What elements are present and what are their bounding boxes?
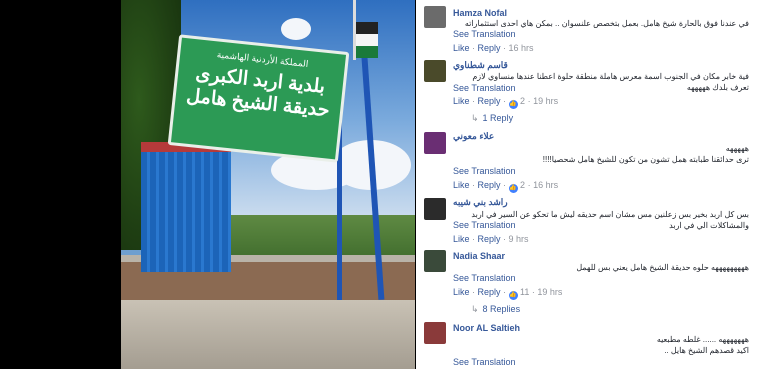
view-replies-link[interactable]: ↳ 8 Replies [471,304,520,315]
like-icon: 👍 [508,291,518,300]
comment-text: هههههههههه حلوه حديقة الشيخ هامل يعني بس… [576,263,749,272]
like-link[interactable]: Like [453,287,470,297]
see-translation-link[interactable]: See Translation [453,357,516,367]
comment-time[interactable]: 16 hrs [533,180,558,190]
comment-text: في عندنا فوق بالحارة شيخ هامل. بعمل بتخص… [464,19,749,28]
comment-time[interactable]: 19 hrs [537,287,562,297]
commenter-name[interactable]: قاسم شطناوي [453,60,508,71]
like-icon: 👍 [508,184,518,193]
comment-actions: Like · Reply · 👍 11 · 19 hrs [453,287,563,300]
reply-link[interactable]: Reply [478,180,501,190]
like-count[interactable]: 11 [520,287,529,297]
reply-link[interactable]: Reply [478,96,501,106]
see-translation-link[interactable]: See Translation [453,273,516,283]
avatar[interactable] [424,6,446,28]
view-replies-link[interactable]: ↳ 1 Reply [471,113,513,124]
comment-actions: Like · Reply · 16 hrs [453,43,534,53]
see-translation-link[interactable]: See Translation [453,83,516,93]
comment-actions: Like · Reply · 👍 2 · 19 hrs [453,96,559,109]
reply-arrow-icon: ↳ [471,304,479,314]
see-translation-link[interactable]: See Translation [453,220,516,230]
like-link[interactable]: Like [453,96,470,106]
photo-booth [141,142,231,272]
comments-panel: Hamza Nofal في عندنا فوق بالحارة شيخ هام… [416,0,759,369]
like-icon: 👍 [508,100,518,109]
avatar[interactable] [424,198,446,220]
avatar[interactable] [424,132,446,154]
comment-time[interactable]: 16 hrs [509,43,534,53]
like-link[interactable]: Like [453,43,470,53]
see-translation-link[interactable]: See Translation [453,166,516,176]
reply-link[interactable]: Reply [478,43,501,53]
like-link[interactable]: Like [453,234,470,244]
comment-time[interactable]: 19 hrs [533,96,558,106]
reply-arrow-icon: ↳ [471,113,479,123]
comment-text-line2: ترى حدائقنا طبابته همل تشون من تكون للشي… [542,155,749,164]
like-link[interactable]: Like [453,180,470,190]
avatar[interactable] [424,322,446,344]
photo-cloud [281,18,311,40]
see-translation-link[interactable]: See Translation [453,29,516,39]
commenter-name[interactable]: Noor AL Saltieh [453,323,520,333]
commenter-name[interactable]: علاء معوني [453,131,494,142]
commenter-name[interactable]: Hamza Nofal [453,8,507,18]
avatar[interactable] [424,60,446,82]
comment-text-line2: اكيد قصدهم الشيخ هايل .. [664,346,749,355]
comment-actions: Like · Reply · 9 hrs [453,234,529,244]
reply-link[interactable]: Reply [478,287,501,297]
photo-pavement [121,300,415,369]
park-sign: المملكة الأردنية الهاشمية بلدية اربد الك… [167,34,350,163]
comment-text-line1: هههههههه ...... غلطه مطبعيه [656,335,749,344]
post-photo[interactable]: المملكة الأردنية الهاشمية بلدية اربد الك… [121,0,415,369]
flag [356,22,378,58]
comment-text-line1: هههههه [725,144,749,153]
comment-actions: Like · Reply · 👍 2 · 16 hrs [453,180,559,193]
reply-link[interactable]: Reply [478,234,501,244]
comment-time[interactable]: 9 hrs [509,234,529,244]
commenter-name[interactable]: راشد بني شيبه [453,197,508,208]
commenter-name[interactable]: Nadia Shaar [453,251,505,261]
avatar[interactable] [424,250,446,272]
